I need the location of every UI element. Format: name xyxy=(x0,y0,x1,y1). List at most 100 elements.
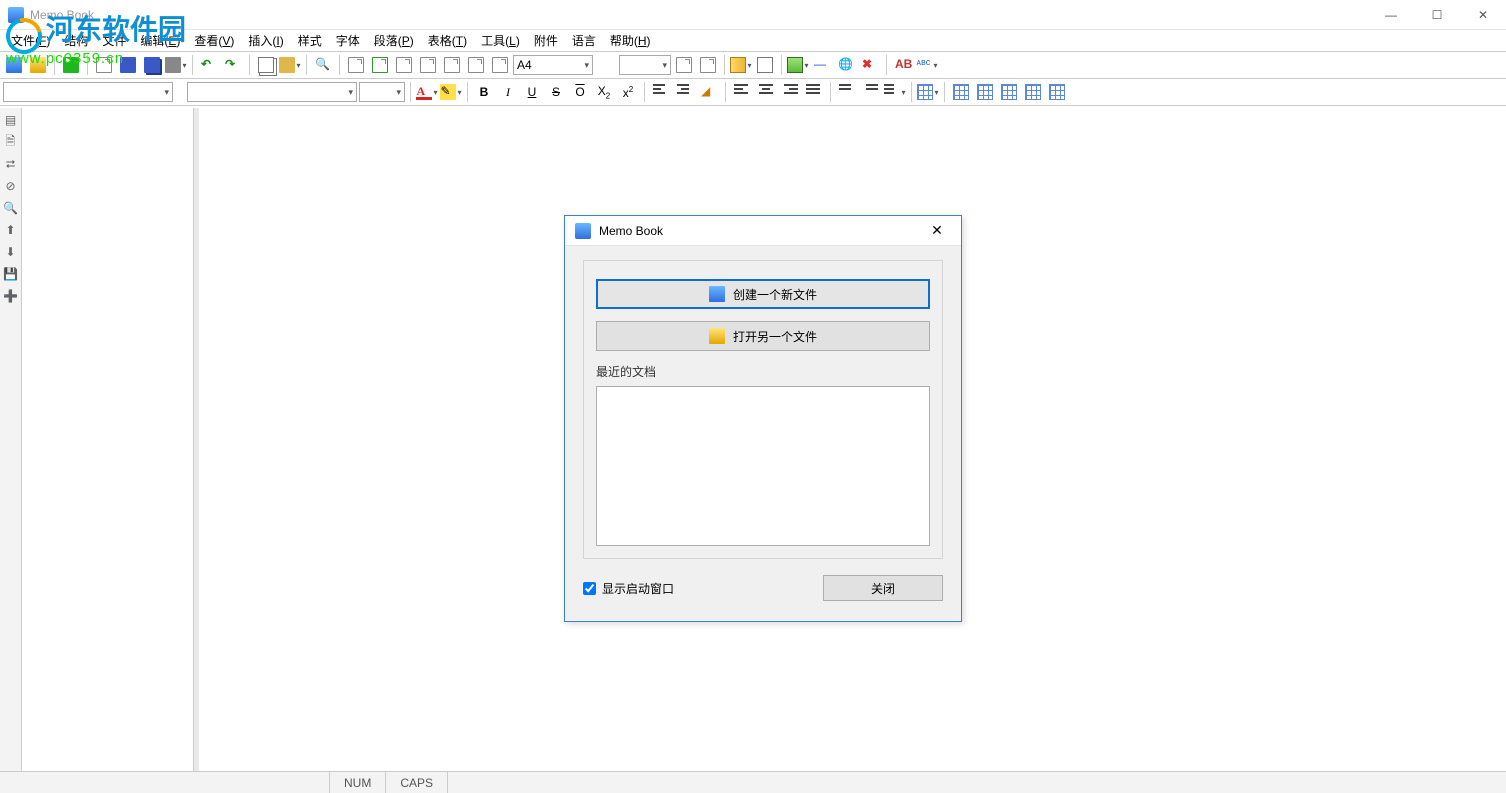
globe-icon[interactable]: 🌐 xyxy=(835,54,857,76)
menu-structure[interactable]: 结构 xyxy=(57,30,95,51)
find-icon[interactable]: 🔍 xyxy=(312,54,334,76)
spellcheck-icon[interactable]: AB xyxy=(892,54,914,76)
page-icon-5[interactable] xyxy=(441,54,463,76)
dialog-close-button[interactable]: 关闭 xyxy=(823,575,943,601)
italic-icon[interactable]: I xyxy=(497,81,519,103)
align-left-icon[interactable] xyxy=(731,81,753,103)
menu-font[interactable]: 字体 xyxy=(329,30,367,51)
window-minimize-button[interactable]: — xyxy=(1368,0,1414,30)
window-close-button[interactable]: ✕ xyxy=(1460,0,1506,30)
menu-style[interactable]: 样式 xyxy=(291,30,329,51)
indent-right-icon[interactable] xyxy=(674,81,696,103)
remove-link-icon[interactable]: ✖ xyxy=(859,54,881,76)
new-book-icon[interactable] xyxy=(3,54,25,76)
layout-icon-1[interactable] xyxy=(673,54,695,76)
spellcheck-abc-icon[interactable]: ᴀʙᴄ xyxy=(916,54,938,76)
redo-icon[interactable]: ↷ xyxy=(222,54,244,76)
recent-docs-list[interactable] xyxy=(596,386,930,546)
image-icon[interactable] xyxy=(787,54,809,76)
statusbar: NUM CAPS xyxy=(0,771,1506,793)
table-col-right-icon[interactable] xyxy=(974,81,996,103)
align-center-icon[interactable] xyxy=(755,81,777,103)
side-save-icon[interactable]: 💾 xyxy=(2,265,20,283)
table-row-below-icon[interactable] xyxy=(1022,81,1044,103)
new-doc-icon[interactable] xyxy=(93,54,115,76)
ruler-icon[interactable] xyxy=(730,54,752,76)
bold-icon[interactable]: B xyxy=(473,81,495,103)
overline-icon[interactable]: O xyxy=(569,81,591,103)
menu-table[interactable]: 表格(T) xyxy=(421,30,474,51)
rect-icon[interactable] xyxy=(754,54,776,76)
dialog-close-icon[interactable]: ✕ xyxy=(923,222,951,239)
show-startup-checkbox[interactable]: 显示启动窗口 xyxy=(583,580,674,597)
paste-icon[interactable] xyxy=(279,54,301,76)
align-justify-icon[interactable] xyxy=(803,81,825,103)
subscript-icon[interactable]: X2 xyxy=(593,81,615,103)
startup-dialog: Memo Book ✕ 创建一个新文件 打开另一个文件 最近的文档 显示启动窗口… xyxy=(564,215,962,622)
table-col-left-icon[interactable] xyxy=(950,81,972,103)
table-delete-icon[interactable] xyxy=(1046,81,1068,103)
save-icon[interactable] xyxy=(117,54,139,76)
link-icon[interactable]: ― xyxy=(811,54,833,76)
superscript-icon[interactable]: x2 xyxy=(617,81,639,103)
page-icon-3[interactable] xyxy=(393,54,415,76)
side-rename-icon[interactable]: ⮂ xyxy=(2,155,20,173)
toolbar-2: A ✎ B I U S O X2 x2 ◢ xyxy=(0,79,1506,106)
side-stop-icon[interactable]: ⊘ xyxy=(2,177,20,195)
layout-icon-2[interactable] xyxy=(697,54,719,76)
list-icon[interactable] xyxy=(884,81,906,103)
menu-doc[interactable]: 文件 xyxy=(95,30,133,51)
create-new-file-button[interactable]: 创建一个新文件 xyxy=(596,279,930,309)
page-icon-1[interactable] xyxy=(345,54,367,76)
page-icon-4[interactable] xyxy=(417,54,439,76)
page-size-combo[interactable]: A4 xyxy=(513,55,593,75)
menu-tools[interactable]: 工具(L) xyxy=(474,30,527,51)
menu-edit[interactable]: 编辑(E) xyxy=(133,30,187,51)
zoom-combo[interactable] xyxy=(619,55,671,75)
menu-help[interactable]: 帮助(H) xyxy=(603,30,658,51)
table-row-above-icon[interactable] xyxy=(998,81,1020,103)
print-icon[interactable] xyxy=(165,54,187,76)
page-icon-7[interactable] xyxy=(489,54,511,76)
menu-paragraph[interactable]: 段落(P) xyxy=(367,30,421,51)
open-another-file-button[interactable]: 打开另一个文件 xyxy=(596,321,930,351)
font-color-icon[interactable]: A xyxy=(416,81,438,103)
outdent-icon[interactable] xyxy=(836,81,858,103)
create-new-file-label: 创建一个新文件 xyxy=(733,286,817,303)
style-combo[interactable] xyxy=(3,82,173,102)
indent-left-icon[interactable] xyxy=(650,81,672,103)
new-file-icon xyxy=(709,286,725,302)
side-down-icon[interactable]: ⬇ xyxy=(2,243,20,261)
menu-insert[interactable]: 插入(I) xyxy=(241,30,290,51)
side-search-icon[interactable]: 🔍 xyxy=(2,199,20,217)
side-up-icon[interactable]: ⬆ xyxy=(2,221,20,239)
window-maximize-button[interactable]: ☐ xyxy=(1414,0,1460,30)
side-add-icon[interactable]: ➕ xyxy=(2,287,20,305)
copy-icon[interactable] xyxy=(255,54,277,76)
font-size-combo[interactable] xyxy=(359,82,405,102)
highlight-icon[interactable]: ✎ xyxy=(440,81,462,103)
status-caps: CAPS xyxy=(386,772,448,793)
table-insert-icon[interactable] xyxy=(917,81,939,103)
underline-icon[interactable]: U xyxy=(521,81,543,103)
export-icon[interactable] xyxy=(60,54,82,76)
open-book-icon[interactable] xyxy=(27,54,49,76)
undo-icon[interactable]: ↶ xyxy=(198,54,220,76)
save-all-icon[interactable] xyxy=(141,54,163,76)
font-combo[interactable] xyxy=(187,82,357,102)
show-startup-checkbox-input[interactable] xyxy=(583,582,596,595)
tree-panel[interactable] xyxy=(22,108,194,771)
menu-file[interactable]: 文件(F) xyxy=(4,30,57,51)
strike-icon[interactable]: S xyxy=(545,81,567,103)
clear-format-icon[interactable]: ◢ xyxy=(698,81,720,103)
side-doc-icon[interactable]: 🗎 xyxy=(2,133,20,151)
page-icon-2[interactable] xyxy=(369,54,391,76)
dialog-group: 创建一个新文件 打开另一个文件 最近的文档 xyxy=(583,260,943,559)
menu-attach[interactable]: 附件 xyxy=(527,30,565,51)
side-book-icon[interactable]: ▤ xyxy=(2,111,20,129)
align-right-icon[interactable] xyxy=(779,81,801,103)
menu-lang[interactable]: 语言 xyxy=(565,30,603,51)
page-icon-6[interactable] xyxy=(465,54,487,76)
indent-icon[interactable] xyxy=(860,81,882,103)
menu-view[interactable]: 查看(V) xyxy=(187,30,241,51)
